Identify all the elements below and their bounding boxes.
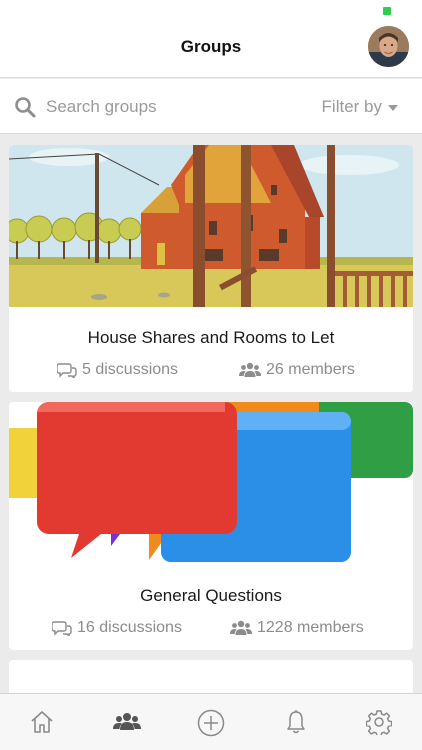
group-title: House Shares and Rooms to Let xyxy=(87,328,335,347)
tab-settings[interactable] xyxy=(365,709,393,737)
group-card[interactable]: House Shares and Rooms to Let 5 discussi… xyxy=(9,145,413,392)
status-indicator xyxy=(383,7,391,15)
discussions-count: 16 discussions xyxy=(52,619,182,637)
filter-label: Filter by xyxy=(321,97,382,116)
tab-home[interactable] xyxy=(29,709,55,735)
members-icon xyxy=(230,620,252,635)
tab-notifications[interactable] xyxy=(283,709,309,735)
group-cover-image xyxy=(9,402,413,564)
group-cover-image xyxy=(9,145,413,307)
filter-dropdown[interactable]: Filter by xyxy=(322,97,398,117)
group-title: General Questions xyxy=(140,586,282,605)
tab-create[interactable] xyxy=(197,709,225,737)
discussions-label: 5 discussions xyxy=(82,361,179,378)
members-icon xyxy=(239,362,261,377)
chevron-down-icon xyxy=(388,104,398,111)
avatar-image xyxy=(368,26,409,67)
members-count: 1228 members xyxy=(230,619,364,637)
discussions-icon xyxy=(57,363,77,378)
search-input[interactable] xyxy=(46,95,266,119)
app-header: Groups xyxy=(0,0,422,78)
members-count: 26 members xyxy=(239,361,355,379)
tab-groups[interactable] xyxy=(112,709,142,735)
groups-icon xyxy=(113,713,141,730)
bell-icon xyxy=(287,710,305,734)
gear-icon xyxy=(365,710,393,737)
group-card[interactable]: General Questions 16 discussions 1228 me… xyxy=(9,402,413,650)
discussions-icon xyxy=(52,621,72,636)
add-icon xyxy=(197,709,225,737)
bottom-tab-bar xyxy=(0,693,422,750)
search-icon xyxy=(15,97,36,118)
avatar[interactable] xyxy=(368,26,409,67)
discussions-count: 5 discussions xyxy=(57,361,178,379)
page-title: Groups xyxy=(180,37,242,56)
members-label: 1228 members xyxy=(257,619,364,636)
discussions-label: 16 discussions xyxy=(77,619,182,636)
search-bar: Filter by xyxy=(0,79,422,134)
members-label: 26 members xyxy=(266,361,355,378)
home-icon xyxy=(31,711,53,733)
